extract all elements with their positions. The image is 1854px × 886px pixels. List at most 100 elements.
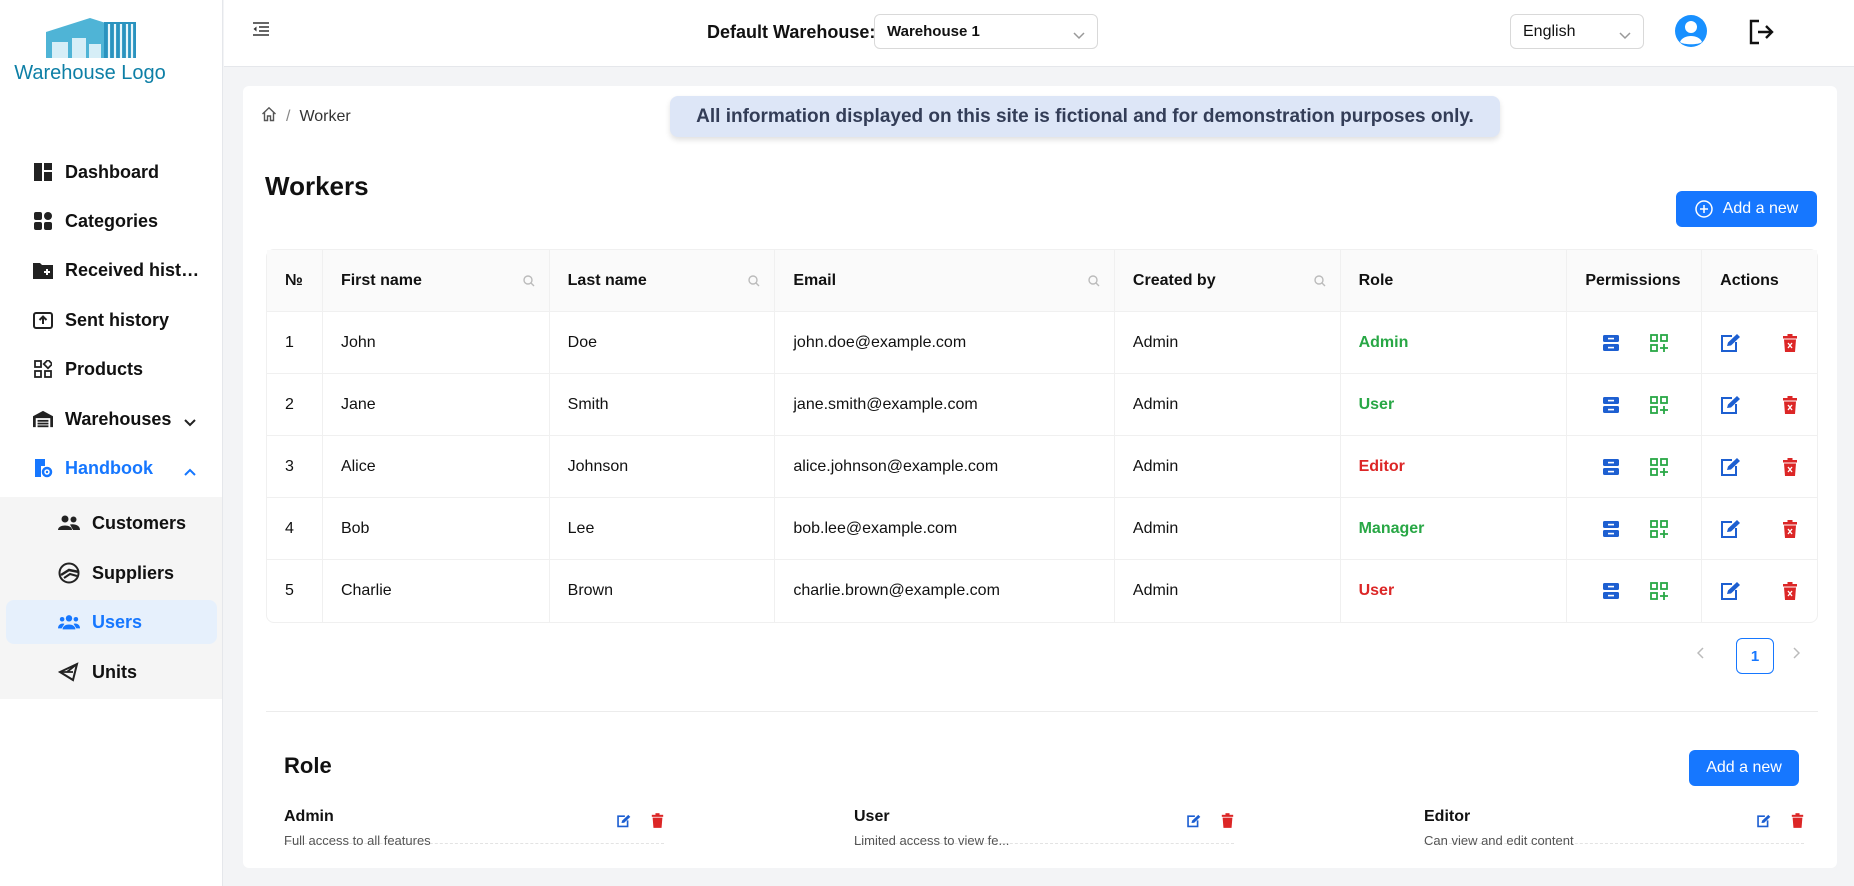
delete-icon[interactable] (1778, 331, 1802, 355)
permission-list-icon[interactable] (1599, 393, 1623, 417)
table-row: 3 Alice Johnson alice.johnson@example.co… (267, 436, 1817, 498)
permission-list-icon[interactable] (1599, 517, 1623, 541)
search-icon[interactable] (522, 274, 535, 292)
role-card: User Limited access to view fe... (854, 808, 1234, 848)
role-name: User (854, 808, 890, 825)
cell-last-name: Brown (550, 560, 776, 622)
language-select[interactable]: English (1510, 14, 1644, 49)
delete-icon[interactable] (1778, 579, 1802, 603)
delete-icon[interactable] (1791, 813, 1804, 833)
add-permission-icon[interactable] (1647, 393, 1671, 417)
role-tag: Editor (1358, 457, 1405, 475)
warehouse-select[interactable]: Warehouse 1 (874, 14, 1098, 49)
sidebar-item-handbook[interactable]: Handbook (0, 446, 222, 490)
home-icon[interactable] (261, 106, 277, 127)
logout-icon[interactable] (1748, 19, 1774, 50)
delete-icon[interactable] (1778, 517, 1802, 541)
brand-logo[interactable]: Warehouse Logo (10, 14, 170, 85)
cell-actions (1702, 312, 1817, 373)
menu-fold-icon[interactable] (252, 21, 270, 42)
column-header-label: Last name (567, 271, 647, 289)
search-icon[interactable] (1313, 274, 1326, 292)
role-tag: Admin (1358, 333, 1409, 351)
table-row: 5 Charlie Brown charlie.brown@example.co… (267, 560, 1817, 622)
delete-icon[interactable] (651, 813, 664, 833)
cell-created-by: Admin (1115, 560, 1341, 622)
permission-list-icon[interactable] (1599, 455, 1623, 479)
permission-list-icon[interactable] (1599, 579, 1623, 603)
delete-icon[interactable] (1778, 393, 1802, 417)
pagination-next-icon[interactable] (1792, 646, 1801, 664)
pagination-page-button[interactable]: 1 (1736, 638, 1774, 674)
warehouse-select-value: Warehouse 1 (887, 23, 980, 40)
breadcrumb: / Worker (261, 106, 351, 127)
cell-permissions (1567, 374, 1703, 435)
chevron-down-icon (184, 411, 196, 432)
folder-plus-icon (33, 260, 53, 280)
cell-first-name: Alice (323, 436, 550, 497)
sidebar-item-suppliers[interactable]: Suppliers (6, 551, 217, 595)
edit-icon[interactable] (1718, 517, 1742, 541)
add-permission-icon[interactable] (1647, 517, 1671, 541)
cell-first-name: Bob (323, 498, 550, 559)
table-row: 2 Jane Smith jane.smith@example.com Admi… (267, 374, 1817, 436)
edit-icon[interactable] (1718, 455, 1742, 479)
add-worker-button[interactable]: Add a new (1676, 191, 1817, 227)
sidebar-item-units[interactable]: Units (6, 650, 217, 694)
cell-last-name: Smith (550, 374, 776, 435)
column-header-last-name[interactable]: Last name (550, 250, 776, 311)
sidebar-item-categories[interactable]: Categories (0, 199, 222, 243)
search-icon[interactable] (1088, 274, 1100, 292)
cell-role: Admin (1341, 312, 1568, 373)
dashboard-icon (33, 162, 53, 182)
column-header-first-name[interactable]: First name (323, 250, 550, 311)
delete-icon[interactable] (1221, 813, 1234, 833)
sidebar-item-dashboard[interactable]: Dashboard (0, 150, 222, 194)
handbook-icon (33, 458, 53, 478)
cell-permissions (1567, 436, 1703, 497)
edit-icon[interactable] (1718, 579, 1742, 603)
role-description: Limited access to view fe... (854, 833, 1010, 848)
column-header-email[interactable]: Email (775, 250, 1115, 311)
edit-icon[interactable] (616, 814, 631, 833)
add-role-button[interactable]: Add a new (1689, 750, 1799, 786)
cell-last-name: Doe (550, 312, 776, 373)
permission-list-icon[interactable] (1599, 331, 1623, 355)
sidebar-item-sent-history[interactable]: Sent history (0, 298, 222, 342)
products-icon (33, 359, 53, 379)
search-icon[interactable] (748, 274, 760, 292)
add-permission-icon[interactable] (1647, 579, 1671, 603)
sidebar-item-received-history[interactable]: Received history (0, 248, 222, 292)
column-header-created-by[interactable]: Created by (1115, 250, 1341, 311)
pagination-prev-icon[interactable] (1696, 646, 1705, 664)
edit-icon[interactable] (1756, 814, 1771, 833)
edit-icon[interactable] (1186, 814, 1201, 833)
role-description: Can view and edit content (1424, 833, 1574, 848)
role-name: Editor (1424, 808, 1471, 825)
sidebar-item-customers[interactable]: Customers (6, 501, 217, 545)
delete-icon[interactable] (1778, 455, 1802, 479)
sidebar-item-warehouses[interactable]: Warehouses (0, 397, 222, 441)
suppliers-icon (58, 562, 80, 584)
sidebar-item-users[interactable]: Users (6, 600, 217, 644)
table-row: 1 John Doe john.doe@example.com Admin Ad… (267, 312, 1817, 374)
edit-icon[interactable] (1718, 331, 1742, 355)
role-card: Admin Full access to all features (284, 808, 664, 848)
cell-first-name: John (323, 312, 550, 373)
workers-table: № First name Last name Email Created by … (266, 249, 1818, 623)
edit-icon[interactable] (1718, 393, 1742, 417)
column-header-label: Created by (1132, 271, 1216, 289)
add-permission-icon[interactable] (1647, 331, 1671, 355)
cell-actions (1702, 374, 1817, 435)
page-title: Workers (265, 171, 369, 201)
cell-number: 3 (267, 436, 323, 497)
cell-created-by: Admin (1115, 374, 1341, 435)
add-permission-icon[interactable] (1647, 455, 1671, 479)
customers-icon (58, 512, 80, 534)
user-avatar-icon[interactable] (1675, 15, 1707, 52)
column-header-permissions: Permissions (1567, 250, 1703, 311)
column-header-label: First name (340, 271, 422, 289)
sidebar-item-products[interactable]: Products (0, 347, 222, 391)
section-divider (266, 711, 1818, 712)
warehouse-icon (33, 409, 53, 429)
